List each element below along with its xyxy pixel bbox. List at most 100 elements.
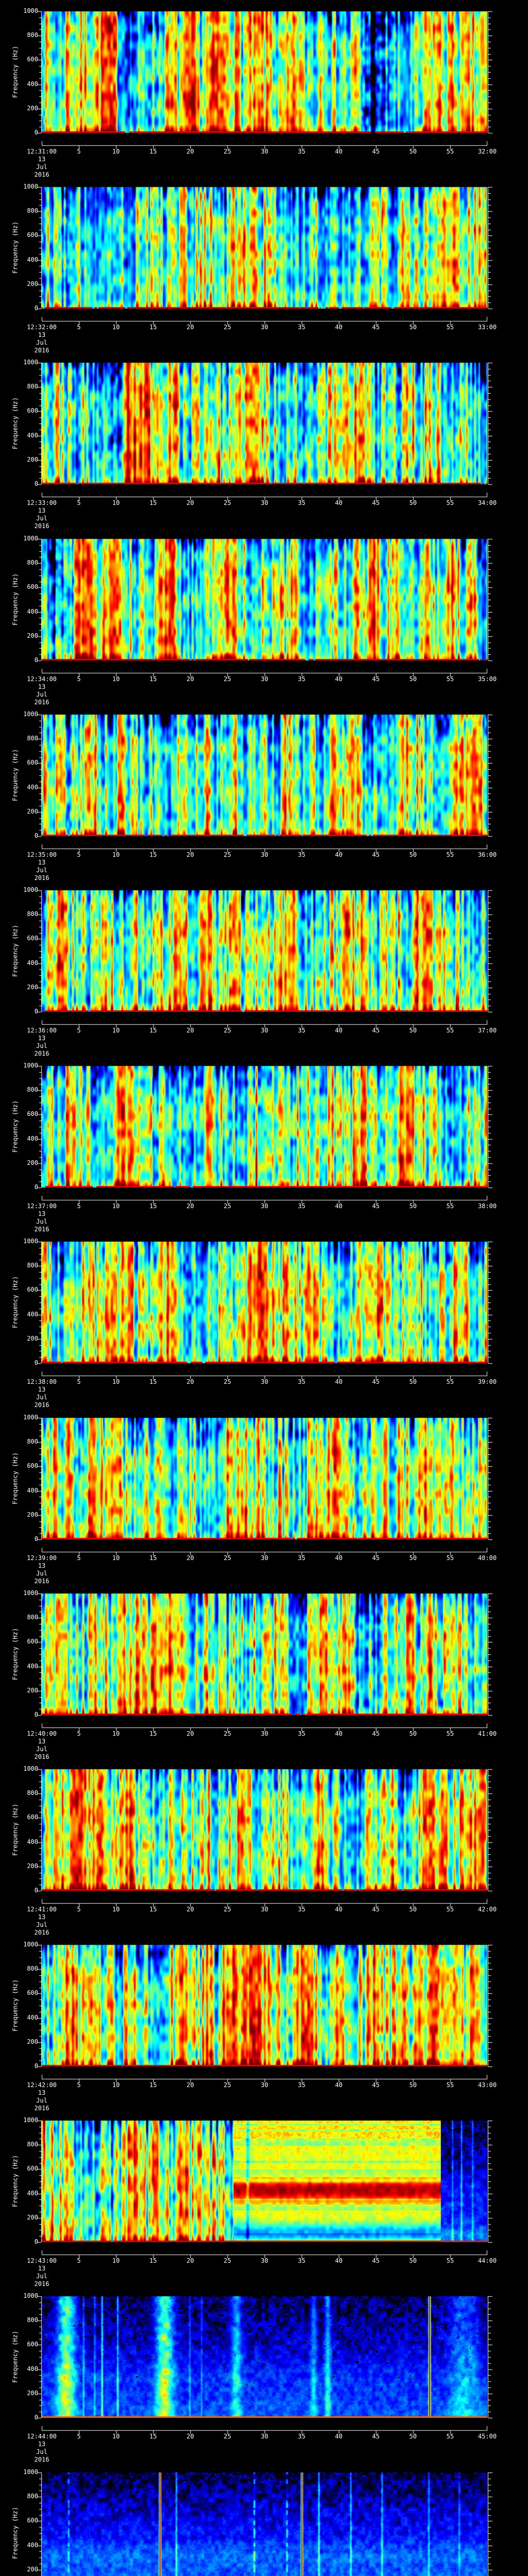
y-tick-label: 1000 <box>23 2292 38 2299</box>
y-tick-label: 600 <box>27 1814 38 1821</box>
date-line: Jul <box>36 1042 47 1049</box>
spectrogram-heatmap-canvas <box>0 2461 528 2576</box>
date-line: Jul <box>36 867 47 874</box>
y-tick-label: 200 <box>27 1686 38 1694</box>
y-tick-label: 600 <box>27 1110 38 1118</box>
y-tick-label: 1000 <box>23 1589 38 1597</box>
y-tick-label: 0 <box>34 1183 38 1191</box>
date-line: 13 <box>38 1386 46 1393</box>
y-tick-label: 400 <box>27 1486 38 1494</box>
y-tick-label: 0 <box>34 832 38 839</box>
date-line: 13 <box>38 1035 46 1042</box>
panel-end-time-label: 33:00 <box>477 324 497 331</box>
y-tick-label: 1000 <box>23 2116 38 2124</box>
panel-end-time-label: 36:00 <box>477 851 497 858</box>
y-tick-label: 800 <box>27 207 38 215</box>
y-tick-label: 800 <box>27 1614 38 1621</box>
date-line: 13 <box>38 1913 46 1921</box>
date-line: 13 <box>38 507 46 514</box>
panel-end-time-label: 35:00 <box>477 675 497 683</box>
y-tick-label: 0 <box>34 1887 38 1894</box>
date-line: Jul <box>36 163 47 171</box>
y-tick-label: 200 <box>27 104 38 112</box>
y-axis-title: Frequency (Hz) <box>11 2330 19 2383</box>
y-tick-label: 0 <box>34 1008 38 1015</box>
y-axis-title: Frequency (Hz) <box>11 1452 19 1505</box>
date-line: Jul <box>36 1218 47 1225</box>
y-tick-label: 200 <box>27 455 38 463</box>
panel-end-time-label: 40:00 <box>477 1554 497 1562</box>
date-line: 13 <box>38 2441 46 2448</box>
y-tick-label: 200 <box>27 2213 38 2221</box>
y-tick-label: 200 <box>27 1862 38 1870</box>
panel-end-time-label: 44:00 <box>477 2257 497 2264</box>
y-tick-label: 0 <box>34 1535 38 1543</box>
y-tick-label: 400 <box>27 1310 38 1318</box>
y-tick-label: 400 <box>27 607 38 615</box>
y-tick-label: 800 <box>27 1086 38 1094</box>
y-tick-label: 200 <box>27 1334 38 1342</box>
spectrogram-panel: Frequency (Hz) 1000 800 600 400 200 0 12:43:00 5… <box>0 2109 528 2287</box>
y-tick-label: 0 <box>34 2062 38 2070</box>
y-tick-label: 400 <box>27 80 38 88</box>
panel-end-time-label: 39:00 <box>477 1378 497 1385</box>
y-tick-label: 600 <box>27 2341 38 2348</box>
date-line: 13 <box>38 1210 46 1217</box>
y-tick-label: 800 <box>27 1262 38 1269</box>
y-tick-label: 400 <box>27 959 38 967</box>
y-axis-title: Frequency (Hz) <box>11 1100 19 1153</box>
spectrogram-panel: Frequency (Hz) 1000 800 600 400 200 0 12:33:00 5… <box>0 351 528 530</box>
y-axis-title: Frequency (Hz) <box>11 2155 19 2208</box>
date-line: Jul <box>36 2448 47 2455</box>
spectrogram-panel: Frequency (Hz) 1000 800 600 400 200 0 12:35:00 5… <box>0 703 528 882</box>
y-tick-label: 800 <box>27 910 38 918</box>
spectrogram-panel: Frequency (Hz) 1000 800 600 400 200 0 12:34:00 5… <box>0 528 528 706</box>
y-tick-label: 200 <box>27 1511 38 1518</box>
y-axis-title: Frequency (Hz) <box>11 1979 19 2032</box>
y-axis-title: Frequency (Hz) <box>11 924 19 977</box>
y-tick-label: 600 <box>27 583 38 591</box>
y-tick-label: 400 <box>27 1134 38 1142</box>
y-tick-label: 600 <box>27 935 38 942</box>
y-axis-title: Frequency (Hz) <box>11 573 19 626</box>
y-tick-label: 600 <box>27 407 38 415</box>
date-line: Jul <box>36 515 47 522</box>
y-tick-label: 800 <box>27 2141 38 2148</box>
y-tick-label: 200 <box>27 280 38 287</box>
spectrogram-panel: Frequency (Hz) 1000 800 600 400 200 0 12:32:00 5… <box>0 176 528 354</box>
spectrogram-panel: Frequency (Hz) 1000 800 600 400 200 0 12:38:00 5… <box>0 1230 528 1409</box>
y-tick-label: 200 <box>27 983 38 991</box>
y-axis-title: Frequency (Hz) <box>11 1803 19 1856</box>
y-tick-label: 800 <box>27 2316 38 2324</box>
y-tick-label: 1000 <box>23 2468 38 2476</box>
spectrogram-panel: Frequency (Hz) 1000 800 600 400 200 0 12:39:00 5… <box>0 1406 528 1585</box>
date-line: 13 <box>38 683 46 690</box>
y-tick-label: 0 <box>34 480 38 487</box>
panel-end-time-label: 37:00 <box>477 1027 497 1034</box>
date-line: 13 <box>38 859 46 866</box>
spectrogram-panel: Frequency (Hz) 1000 800 600 400 200 0 12:42:00 5… <box>0 1934 528 2112</box>
y-tick-label: 800 <box>27 1789 38 1797</box>
y-tick-label: 1000 <box>23 183 38 190</box>
y-tick-label: 800 <box>27 735 38 742</box>
date-line: Jul <box>36 1745 47 1753</box>
y-axis-title: Frequency (Hz) <box>11 1628 19 1681</box>
y-tick-label: 200 <box>27 1159 38 1166</box>
panel-end-time-label: 32:00 <box>477 148 497 155</box>
y-tick-label: 400 <box>27 783 38 791</box>
y-tick-label: 1000 <box>23 1765 38 1772</box>
y-tick-label: 1000 <box>23 359 38 366</box>
y-tick-label: 200 <box>27 2565 38 2573</box>
y-tick-label: 200 <box>27 632 38 639</box>
y-tick-label: 1000 <box>23 7 38 14</box>
y-tick-label: 0 <box>34 1359 38 1366</box>
y-tick-label: 400 <box>27 256 38 263</box>
spectrogram-panel: Frequency (Hz) 1000 800 600 400 200 0 12:40:00 5… <box>0 1582 528 1760</box>
y-tick-label: 600 <box>27 2517 38 2524</box>
panel-end-time-label: 43:00 <box>477 2081 497 2089</box>
y-tick-label: 800 <box>27 559 38 567</box>
panel-end-time-label: 34:00 <box>477 499 497 506</box>
y-tick-label: 800 <box>27 1438 38 1446</box>
y-tick-label: 600 <box>27 759 38 767</box>
spectrogram-panel: Frequency (Hz) 1000 800 600 400 200 0 12:36:00 5… <box>0 879 528 1057</box>
